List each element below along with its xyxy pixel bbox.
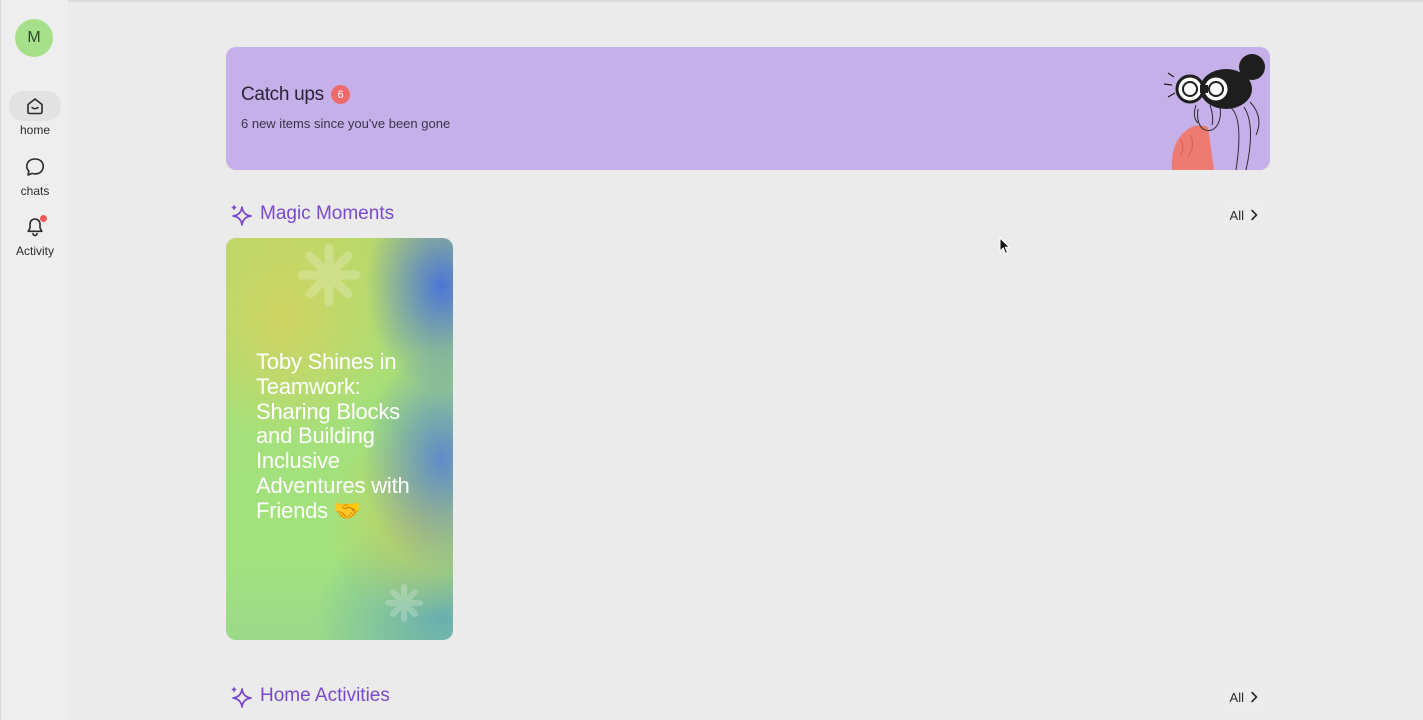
asterisk-decoration-icon <box>385 584 423 622</box>
magic-moments-all-button[interactable]: All <box>1217 201 1270 229</box>
magic-moments-header: Magic Moments All <box>229 200 1270 230</box>
catch-ups-banner[interactable]: Catch ups 6 6 new items since you've bee… <box>226 47 1270 170</box>
sidebar-item-home[interactable]: home <box>1 91 69 141</box>
all-button-label: All <box>1229 207 1244 223</box>
magic-moment-card-title: Toby Shines in Teamwork: Sharing Blocks … <box>256 349 410 523</box>
chat-bubble-icon <box>9 152 61 182</box>
catch-ups-count-badge: 6 <box>331 85 350 104</box>
sidebar: M home chats Activity <box>0 0 68 720</box>
notification-dot <box>40 215 47 222</box>
avatar-initial: M <box>27 29 41 46</box>
asterisk-decoration-icon <box>297 243 361 307</box>
chevron-right-icon <box>1251 691 1258 703</box>
catch-ups-title: Catch ups <box>241 84 324 105</box>
section-title: Magic Moments <box>260 203 395 224</box>
mouse-cursor-icon <box>999 237 1011 255</box>
sidebar-item-label: chats <box>20 184 50 198</box>
top-divider <box>0 0 1423 2</box>
all-button-label: All <box>1229 689 1244 705</box>
sparkle-icon <box>231 204 252 226</box>
catch-ups-subtitle: 6 new items since you've been gone <box>241 116 451 131</box>
sidebar-item-label: Activity <box>15 244 54 258</box>
chevron-right-icon <box>1251 209 1258 221</box>
home-icon <box>9 91 61 121</box>
sidebar-item-chats[interactable]: chats <box>1 152 69 202</box>
home-activities-all-button[interactable]: All <box>1217 683 1270 711</box>
section-title: Home Activities <box>260 685 390 706</box>
sparkle-icon <box>231 686 252 708</box>
avatar[interactable]: M <box>15 19 53 57</box>
bell-icon <box>9 212 61 242</box>
sidebar-item-label: home <box>19 123 51 137</box>
magic-moment-card[interactable]: Toby Shines in Teamwork: Sharing Blocks … <box>226 238 453 640</box>
home-activities-header: Home Activities All <box>229 682 1270 712</box>
person-with-binoculars-illustration <box>1163 54 1265 170</box>
sidebar-item-activity[interactable]: Activity <box>1 212 69 262</box>
